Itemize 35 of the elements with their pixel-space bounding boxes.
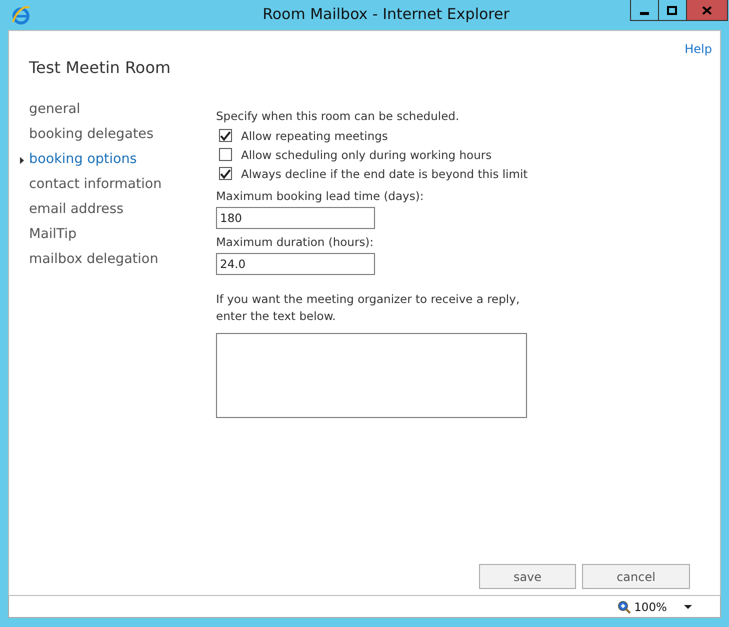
browser-logo-icon <box>11 5 31 25</box>
checkbox[interactable] <box>219 167 232 180</box>
zoom-icon <box>617 600 632 614</box>
nav-item[interactable]: booking options <box>29 151 216 170</box>
input-field[interactable]: 180 <box>216 207 375 229</box>
page-heading: Test Meetin Room <box>29 58 172 77</box>
checkbox[interactable] <box>219 129 232 142</box>
reply-text-area[interactable] <box>216 333 527 418</box>
checkbox-label: Allow scheduling only during working hours <box>241 148 492 162</box>
dialog-button[interactable]: cancel <box>582 564 690 589</box>
maximize-icon <box>667 6 678 14</box>
zoom-level: 100% <box>634 600 667 614</box>
nav-item[interactable]: email address <box>29 201 216 220</box>
nav-item[interactable]: general <box>29 101 216 120</box>
checkbox[interactable] <box>219 148 232 161</box>
caret-icon <box>20 157 24 164</box>
minimize-button[interactable] <box>630 0 659 21</box>
field-label: Maximum duration (hours): <box>216 235 375 249</box>
nav-item[interactable]: mailbox delegation <box>29 251 216 270</box>
dropdown-caret-icon[interactable] <box>684 604 692 608</box>
window-title: Room Mailbox - Internet Explorer <box>262 5 510 23</box>
dialog-button[interactable]: save <box>479 564 576 589</box>
close-icon <box>702 6 712 14</box>
reply-prompt: If you want the meeting organizer to receive a reply, enter the text below. <box>216 291 521 325</box>
checkbox-label: Always decline if the end date is beyond this limit <box>241 166 528 180</box>
intro-text: Specify when this room can be scheduled. <box>216 109 460 123</box>
nav-item[interactable]: contact information <box>29 176 216 195</box>
input-field[interactable]: 24.0 <box>216 253 375 275</box>
help-link[interactable]: Help <box>684 42 712 56</box>
field-label: Maximum booking lead time (days): <box>216 189 425 203</box>
nav-item[interactable]: booking delegates <box>29 126 216 145</box>
close-button[interactable] <box>686 0 728 21</box>
checkbox-label: Allow repeating meetings <box>241 128 388 142</box>
nav-item[interactable]: MailTip <box>29 226 216 245</box>
minimize-icon <box>640 12 649 14</box>
